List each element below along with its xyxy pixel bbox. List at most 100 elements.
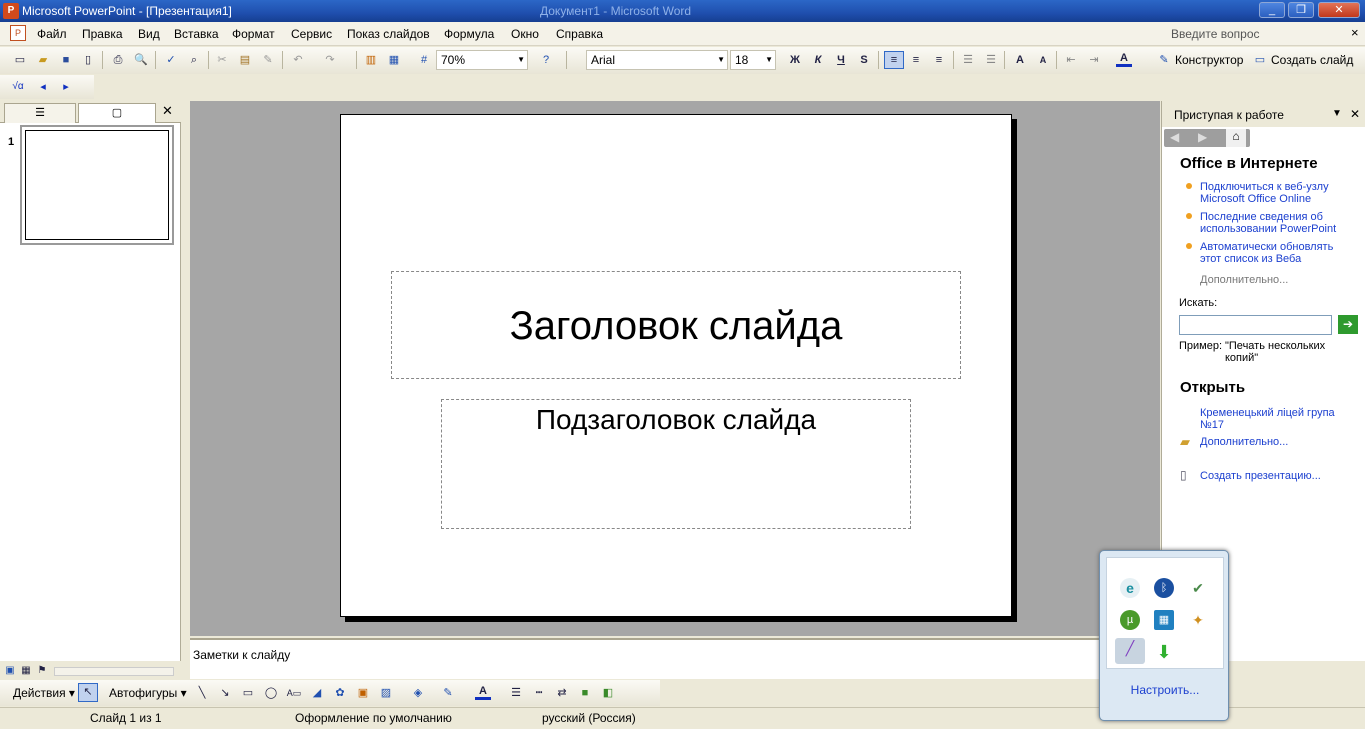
slide-sorter-icon[interactable]: ▦ bbox=[18, 663, 34, 679]
print-preview-icon[interactable]: 🔍 bbox=[133, 52, 149, 68]
normal-view-icon[interactable]: ▣ bbox=[2, 663, 18, 679]
slide-thumbnail[interactable] bbox=[20, 125, 174, 245]
search-input[interactable] bbox=[1179, 315, 1332, 335]
close-pane-icon[interactable]: ✕ bbox=[162, 103, 173, 119]
print-icon[interactable]: ⎙ bbox=[110, 52, 126, 68]
notes-pane[interactable]: Заметки к слайду bbox=[190, 638, 1160, 679]
menu-edit[interactable]: Правка bbox=[82, 27, 123, 41]
arrow-style-icon[interactable]: ⇄ bbox=[554, 685, 570, 701]
menu-help[interactable]: Справка bbox=[556, 27, 603, 41]
save-icon[interactable]: ■ bbox=[58, 52, 74, 68]
research-icon[interactable]: ⌕ bbox=[186, 52, 202, 68]
open-icon[interactable]: ▰ bbox=[35, 52, 51, 68]
font-color-icon[interactable]: A bbox=[1116, 50, 1132, 67]
pen-icon[interactable]: ╱ bbox=[1115, 638, 1145, 664]
back-icon[interactable]: ◀ bbox=[1170, 130, 1179, 144]
line-icon[interactable]: ╲ bbox=[194, 685, 210, 701]
new-slide-button[interactable]: Создать слайд bbox=[1271, 52, 1353, 68]
search-go-button[interactable]: ➔ bbox=[1338, 315, 1358, 334]
cut-icon[interactable]: ✂ bbox=[214, 52, 230, 68]
format-painter-icon[interactable]: ✎ bbox=[260, 52, 276, 68]
dash-style-icon[interactable]: ┅ bbox=[531, 685, 547, 701]
designer-icon[interactable]: ✎ bbox=[1156, 52, 1172, 68]
new-icon[interactable]: ▭ bbox=[12, 52, 28, 68]
task-pane-close-icon[interactable]: ✕ bbox=[1350, 107, 1360, 121]
undo-icon[interactable]: ↶ bbox=[290, 52, 306, 68]
link-latest-news[interactable]: Последние сведения об использовании Powe… bbox=[1200, 211, 1350, 235]
horizontal-scrollbar[interactable] bbox=[54, 667, 174, 676]
align-left-button[interactable]: ≡ bbox=[884, 51, 904, 69]
tray-customize-link[interactable]: Настроить... bbox=[1100, 683, 1230, 697]
insert-chart-icon[interactable]: ▥ bbox=[363, 52, 379, 68]
autoshapes-menu[interactable]: Автофигуры ▾ bbox=[109, 685, 187, 701]
network-check-icon[interactable]: ✔ bbox=[1188, 578, 1208, 598]
recent-file-link[interactable]: Кременецький ліцей група №17 bbox=[1200, 407, 1360, 431]
spelling-icon[interactable]: ✓ bbox=[163, 52, 179, 68]
close-button[interactable]: ✕ bbox=[1318, 2, 1360, 18]
restore-button[interactable]: ❐ bbox=[1288, 2, 1314, 18]
link-auto-update[interactable]: Автоматически обновлять этот список из В… bbox=[1200, 241, 1350, 265]
link-connect-online[interactable]: Подключиться к веб-узлу Microsoft Office… bbox=[1200, 181, 1350, 205]
actions-menu[interactable]: Действия ▾ bbox=[13, 685, 75, 701]
line-style-icon[interactable]: ☰ bbox=[508, 685, 524, 701]
menu-formula[interactable]: Формула bbox=[444, 27, 494, 41]
slideshow-view-icon[interactable]: ⚑ bbox=[34, 663, 50, 679]
line-color-icon[interactable]: ✎ bbox=[440, 685, 456, 701]
align-right-button[interactable]: ≡ bbox=[931, 52, 947, 68]
menu-slideshow[interactable]: Показ слайдов bbox=[347, 27, 430, 41]
outline-tab[interactable]: ☰ bbox=[4, 103, 76, 123]
shadow-button[interactable]: S bbox=[856, 52, 872, 68]
font-size-combo[interactable]: 18 ▼ bbox=[730, 50, 776, 70]
utorrent-icon[interactable]: µ bbox=[1120, 610, 1140, 630]
powerpoint-app-icon[interactable]: P bbox=[3, 3, 19, 19]
slide-canvas[interactable]: Заголовок слайда Подзаголовок слайда bbox=[340, 114, 1012, 617]
decrease-indent-icon[interactable]: ⇤ bbox=[1063, 52, 1079, 68]
help-icon[interactable]: ? bbox=[538, 52, 554, 68]
picture-icon[interactable]: ▨ bbox=[378, 685, 394, 701]
paste-icon[interactable]: ▤ bbox=[237, 52, 253, 68]
numbering-icon[interactable]: ☰ bbox=[960, 52, 976, 68]
arrow-icon[interactable]: ↘ bbox=[217, 685, 233, 701]
document-icon[interactable]: P bbox=[10, 25, 26, 41]
bold-button[interactable]: Ж bbox=[787, 52, 803, 68]
wordart-icon[interactable]: ◢ bbox=[309, 685, 325, 701]
new-slide-icon[interactable]: ▭ bbox=[1252, 52, 1268, 68]
clipart-icon[interactable]: ▣ bbox=[355, 685, 371, 701]
menu-window[interactable]: Окно bbox=[511, 27, 539, 41]
menu-view[interactable]: Вид bbox=[138, 27, 160, 41]
home-icon[interactable]: ⌂ bbox=[1226, 129, 1246, 147]
select-pointer-icon[interactable]: ↖ bbox=[78, 683, 98, 702]
textbox-icon[interactable]: A▭ bbox=[286, 685, 302, 701]
shadow-style-icon[interactable]: ■ bbox=[577, 685, 593, 701]
decrease-font-icon[interactable]: A bbox=[1035, 52, 1051, 68]
subtitle-placeholder[interactable]: Подзаголовок слайда bbox=[441, 399, 911, 529]
show-grid-icon[interactable]: # bbox=[416, 52, 432, 68]
designer-button[interactable]: Конструктор bbox=[1175, 52, 1243, 68]
download-arrow-icon[interactable]: ⬇ bbox=[1154, 642, 1174, 662]
align-center-button[interactable]: ≡ bbox=[908, 52, 924, 68]
font-combo[interactable]: Arial ▼ bbox=[586, 50, 728, 70]
app-grid-icon[interactable]: ▦ bbox=[1154, 610, 1174, 630]
eset-icon[interactable]: e bbox=[1120, 578, 1140, 598]
back-arrow-icon[interactable]: ◂ bbox=[35, 79, 51, 95]
insert-table-icon[interactable]: ▦ bbox=[386, 52, 402, 68]
oval-icon[interactable]: ◯ bbox=[263, 685, 279, 701]
menu-format[interactable]: Формат bbox=[232, 27, 275, 41]
permission-icon[interactable]: ▯ bbox=[80, 52, 96, 68]
equation-icon[interactable]: √α bbox=[10, 79, 26, 95]
zoom-combo[interactable]: 70% ▼ bbox=[436, 50, 528, 70]
increase-font-icon[interactable]: A bbox=[1012, 52, 1028, 68]
close-document-icon[interactable]: × bbox=[1351, 25, 1359, 40]
italic-button[interactable]: К bbox=[810, 52, 826, 68]
fill-color-icon[interactable]: ◈ bbox=[410, 685, 426, 701]
menu-insert[interactable]: Вставка bbox=[174, 27, 219, 41]
title-placeholder[interactable]: Заголовок слайда bbox=[391, 271, 961, 379]
bullets-icon[interactable]: ☰ bbox=[983, 52, 999, 68]
forward-arrow-icon[interactable]: ▸ bbox=[58, 79, 74, 95]
updates-icon[interactable]: ✦ bbox=[1188, 610, 1208, 630]
increase-indent-icon[interactable]: ⇥ bbox=[1086, 52, 1102, 68]
forward-icon[interactable]: ▶ bbox=[1198, 130, 1207, 144]
redo-icon[interactable]: ↷ bbox=[322, 52, 338, 68]
underline-button[interactable]: Ч bbox=[833, 52, 849, 68]
open-more-link[interactable]: Дополнительно... bbox=[1200, 436, 1288, 448]
